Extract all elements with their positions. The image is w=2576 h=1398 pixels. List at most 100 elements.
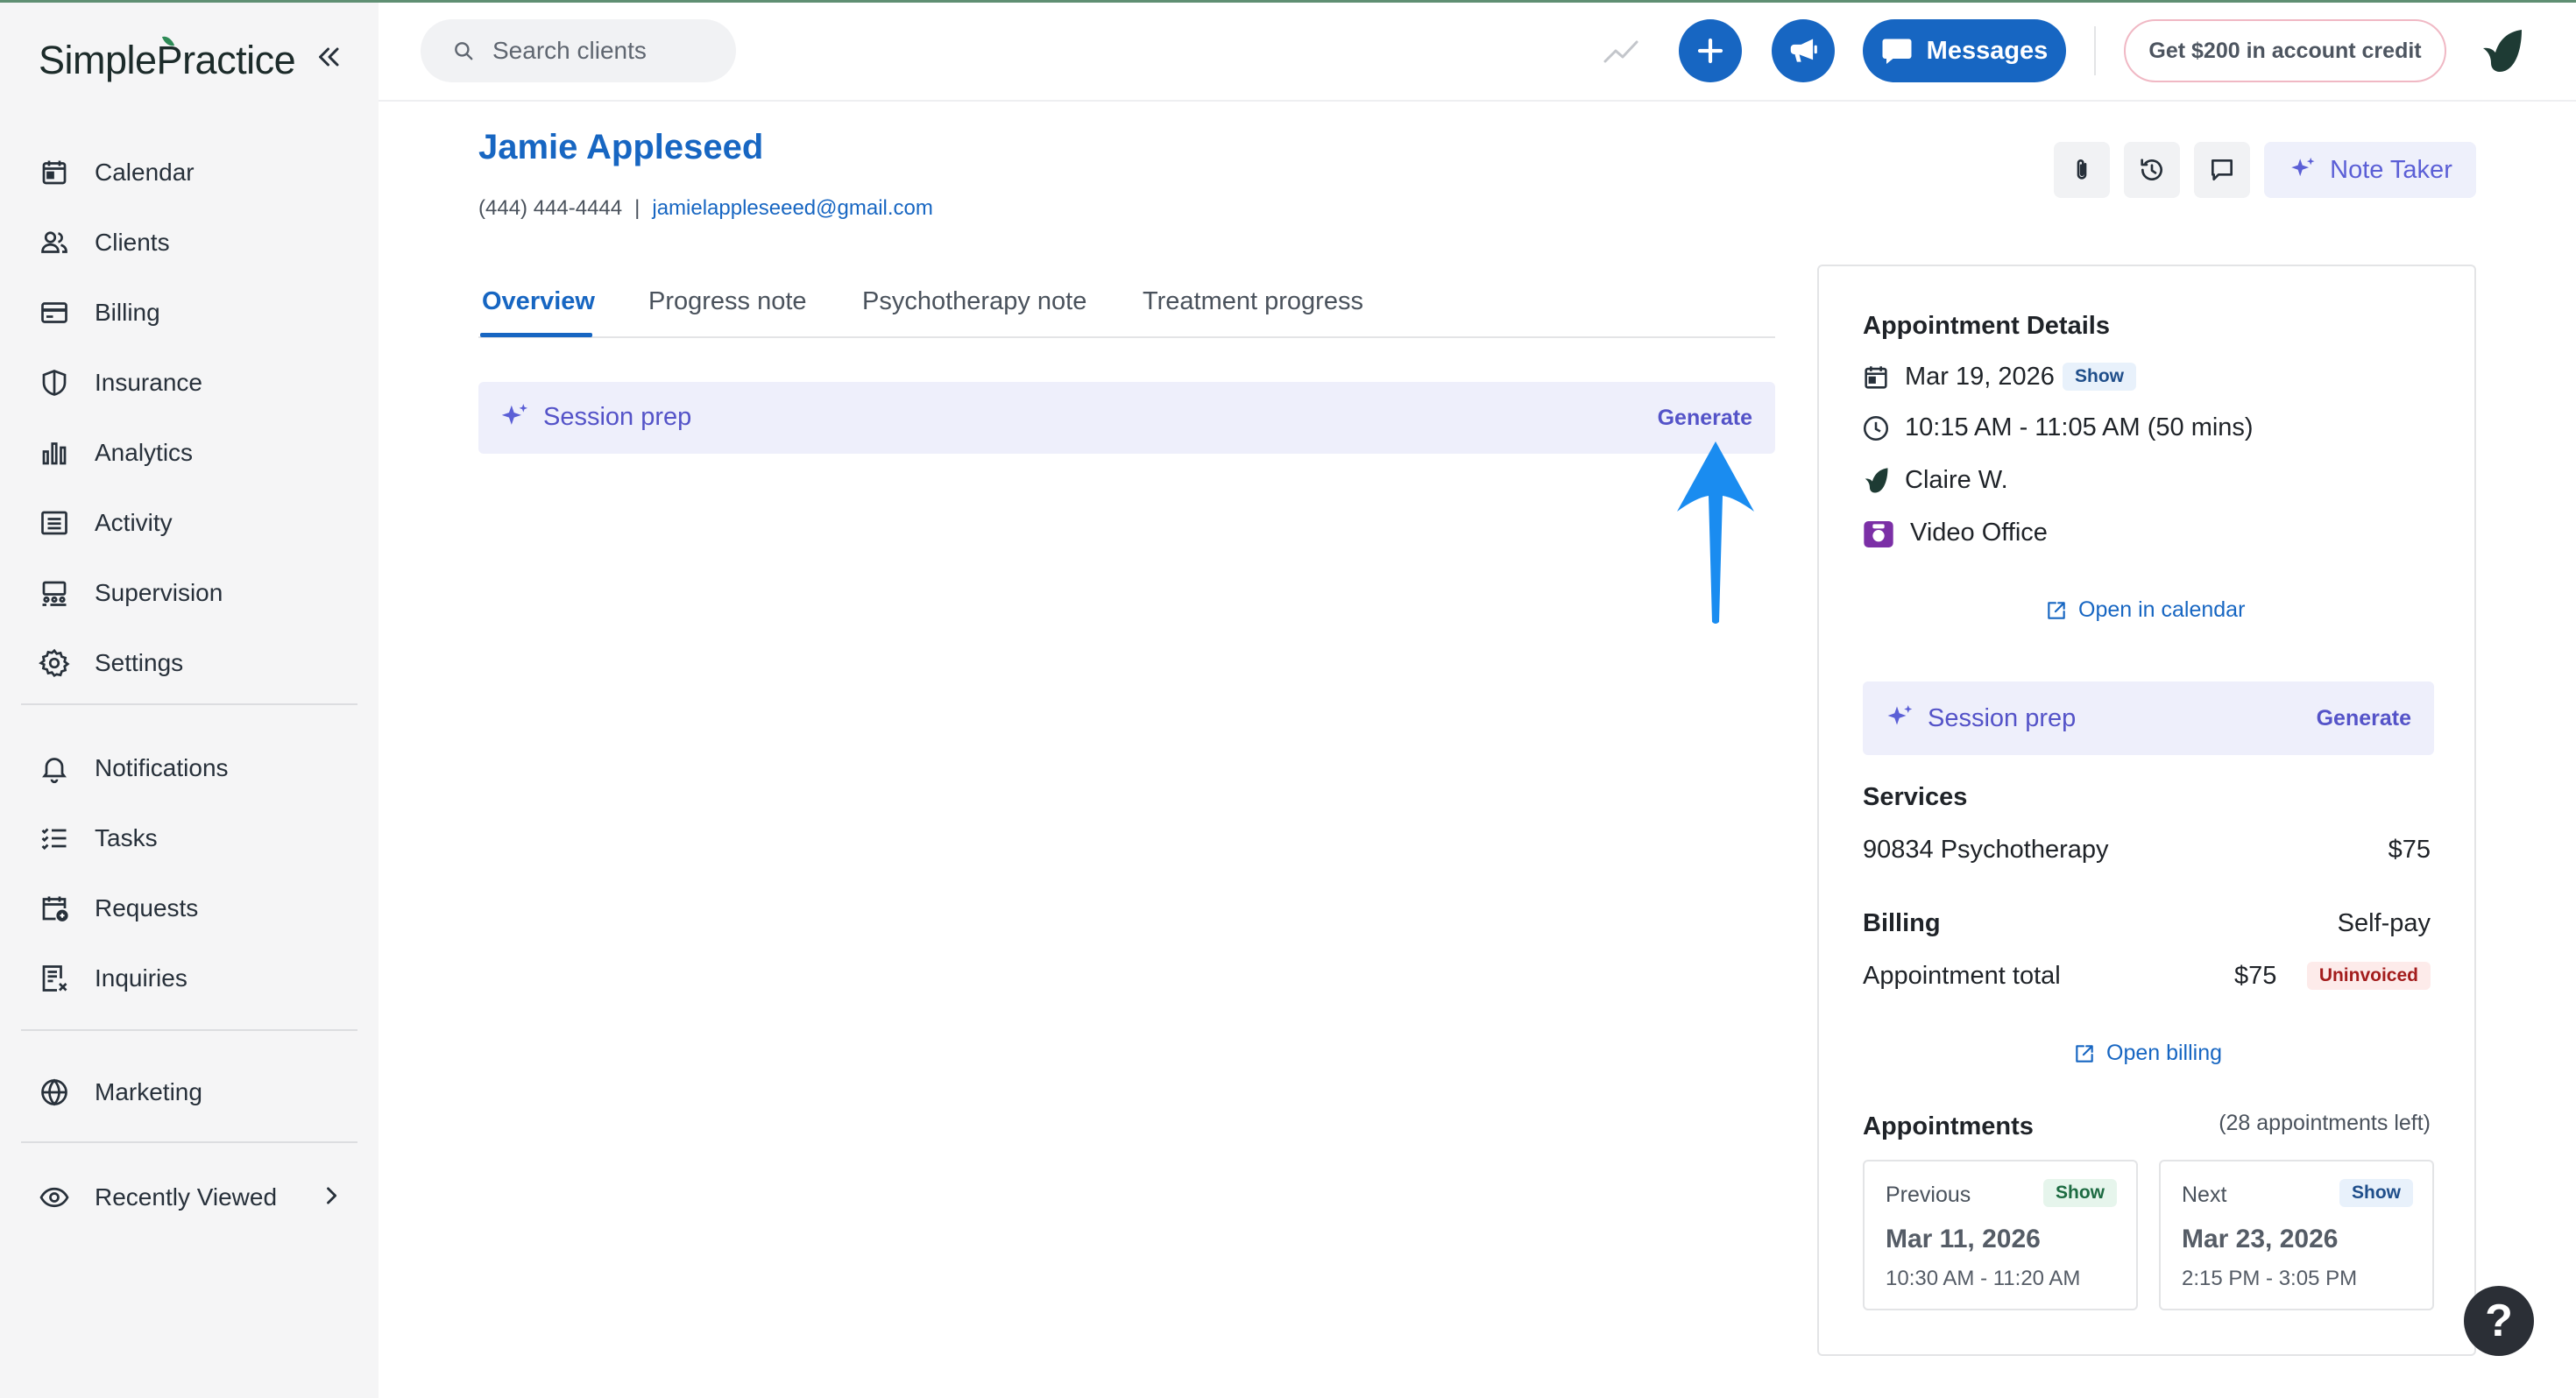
session-prep-generate-button[interactable]: Generate — [2317, 706, 2411, 731]
credit-label: Get $200 in account credit — [2148, 38, 2422, 63]
sidebar-item-label: Requests — [95, 894, 199, 921]
sidebar-item-notifications[interactable]: Notifications — [39, 744, 354, 793]
next-appointment-card[interactable]: Next Show Mar 23, 2026 2:15 PM - 3:05 PM — [2159, 1160, 2434, 1310]
billing-heading: Billing — [1863, 909, 1941, 937]
calendar-icon — [1865, 366, 1887, 389]
tabs-divider — [478, 336, 1775, 338]
sidebar-item-supervision[interactable]: Supervision — [39, 568, 354, 618]
tab-progress-note[interactable]: Progress note — [648, 287, 807, 316]
sidebar-item-billing[interactable]: Billing — [39, 288, 354, 337]
tab-psychotherapy-note[interactable]: Psychotherapy note — [862, 287, 1086, 316]
sidebar-item-tasks[interactable]: Tasks — [39, 814, 354, 863]
sidebar-item-insurance[interactable]: Insurance — [39, 358, 354, 407]
previous-date: Mar 11, 2026 — [1886, 1225, 2041, 1253]
open-in-calendar-link[interactable]: Open in calendar — [2045, 597, 2245, 623]
sidebar-item-inquiries[interactable]: Inquiries — [39, 954, 354, 1003]
service-price: $75 — [2388, 836, 2431, 864]
session-prep-generate-button[interactable]: Generate — [1658, 406, 1752, 431]
sidebar-item-recently-viewed[interactable]: Recently Viewed — [39, 1173, 354, 1222]
sidebar-item-requests[interactable]: Requests — [39, 884, 354, 933]
trend-icon[interactable] — [1602, 35, 1640, 67]
user-avatar-icon[interactable] — [2476, 26, 2527, 77]
sidebar-item-label: Notifications — [95, 754, 229, 781]
client-phone: (444) 444-4444 — [478, 196, 623, 220]
help-button[interactable]: ? — [2464, 1286, 2534, 1356]
note-taker-button[interactable]: Note Taker — [2264, 142, 2476, 198]
sidebar-item-analytics[interactable]: Analytics — [39, 428, 354, 477]
previous-appointment-card[interactable]: Previous Show Mar 11, 2026 10:30 AM - 11… — [1863, 1160, 2138, 1310]
sidebar-item-label: Tasks — [95, 824, 158, 851]
appointment-location: Video Office — [1910, 519, 2048, 547]
globe-icon — [41, 1078, 67, 1106]
messages-label: Messages — [1926, 36, 2049, 65]
bell-icon — [42, 758, 67, 784]
sidebar-item-marketing[interactable]: Marketing — [39, 1068, 354, 1117]
search-icon — [455, 42, 473, 60]
create-new-button[interactable] — [1679, 19, 1742, 82]
comment-icon — [2212, 159, 2233, 180]
session-prep-title: Session prep — [543, 403, 692, 431]
invoice-status-badge: Uninvoiced — [2306, 962, 2431, 990]
next-time: 2:15 PM - 3:05 PM — [2182, 1267, 2358, 1290]
sidebar-item-activity[interactable]: Activity — [39, 498, 354, 547]
next-date: Mar 23, 2026 — [2182, 1225, 2339, 1253]
plus-icon — [1697, 38, 1723, 64]
messages-button[interactable]: Messages — [1863, 19, 2066, 82]
appointment-status-badge[interactable]: Show — [2063, 363, 2136, 391]
app-logo[interactable]: SimplePractice — [39, 33, 296, 83]
search-clients-input[interactable]: Search clients — [421, 19, 736, 82]
sidebar-item-clients[interactable]: Clients — [39, 218, 354, 267]
appointments-left: (28 appointments left) — [2219, 1111, 2431, 1135]
external-link-icon — [2076, 1044, 2093, 1063]
calendar-icon — [42, 160, 67, 185]
note-taker-label: Note Taker — [2330, 155, 2452, 184]
sidebar-item-label: Recently Viewed — [95, 1183, 278, 1211]
annotation-arrow-icon — [1677, 441, 1754, 624]
sidebar-item-label: Calendar — [95, 159, 195, 186]
appointment-details-panel: Appointment Details Mar 19, 2026 Show 10… — [1817, 265, 2476, 1356]
comments-button[interactable] — [2194, 142, 2250, 198]
appointment-date: Mar 19, 2026 — [1905, 363, 2055, 391]
previous-time: 10:30 AM - 11:20 AM — [1886, 1267, 2081, 1290]
appointments-heading: Appointments — [1863, 1112, 2034, 1140]
collapse-sidebar-icon[interactable] — [314, 41, 345, 73]
tab-treatment-progress[interactable]: Treatment progress — [1143, 287, 1363, 316]
top-accent-line — [0, 0, 2576, 3]
shield-icon — [42, 370, 67, 396]
bar-chart-icon — [42, 442, 67, 465]
inquiry-icon — [42, 965, 67, 992]
session-prep-bar: Session prep Generate — [478, 382, 1775, 454]
sidebar-divider — [21, 1029, 357, 1031]
contact-separator: | — [634, 196, 640, 220]
sidebar: SimplePractice Calendar Clients Billing … — [0, 3, 379, 1398]
open-billing-link[interactable]: Open billing — [2073, 1041, 2222, 1066]
service-name: 90834 Psychotherapy — [1863, 836, 2109, 864]
checklist-icon — [41, 828, 67, 851]
tab-overview[interactable]: Overview — [482, 287, 595, 316]
history-button[interactable] — [2124, 142, 2180, 198]
previous-label: Previous — [1886, 1183, 1971, 1207]
sidebar-item-label: Insurance — [95, 369, 202, 396]
sidebar-item-label: Analytics — [95, 439, 194, 466]
supervision-icon — [42, 581, 67, 606]
sparkle-icon — [2291, 157, 2315, 177]
eye-icon — [39, 1187, 69, 1208]
sidebar-item-settings[interactable]: Settings — [39, 639, 354, 688]
attachments-button[interactable] — [2054, 142, 2110, 198]
sidebar-item-calendar[interactable]: Calendar — [39, 148, 354, 197]
client-contact: (444) 444-4444 | jamielappleseeed@gmail.co… — [478, 196, 933, 221]
client-email-link[interactable]: jamielappleseeed@gmail.com — [652, 196, 933, 220]
appointment-total-value: $75 — [2234, 962, 2277, 990]
previous-status-badge: Show — [2043, 1179, 2117, 1207]
referral-credit-button[interactable]: Get $200 in account credit — [2124, 19, 2446, 82]
chevron-right-icon[interactable] — [319, 1183, 343, 1208]
sparkle-icon — [501, 404, 528, 425]
next-label: Next — [2182, 1183, 2227, 1207]
appointment-details-heading: Appointment Details — [1863, 312, 2110, 340]
announcements-button[interactable] — [1772, 19, 1835, 82]
video-camera-icon — [1864, 521, 1893, 547]
client-name[interactable]: Jamie Appleseed — [478, 128, 763, 167]
gear-icon — [39, 648, 70, 678]
session-prep-title: Session prep — [1928, 704, 2077, 732]
sidebar-item-label: Clients — [95, 229, 170, 256]
